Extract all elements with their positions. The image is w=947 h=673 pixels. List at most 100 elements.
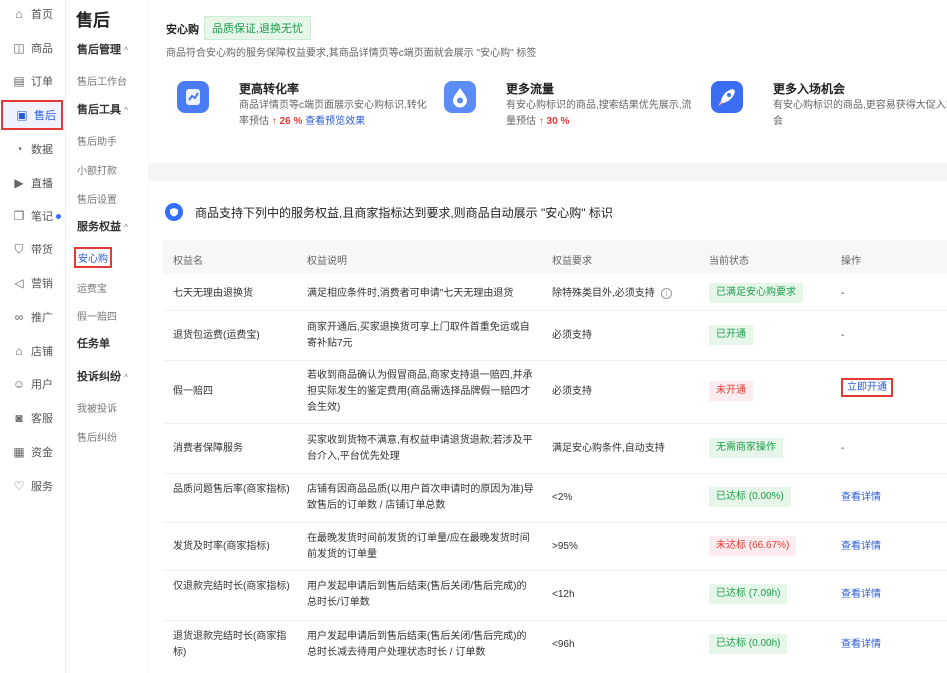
col-name: 权益名 [173, 256, 203, 267]
row-desc: 买家收到货物不满意,有权益申请退货退款;若涉及平台介入,平台优先处理 [307, 435, 533, 462]
status-badge: 未开通 [709, 381, 753, 401]
row-desc: 商家开通后,买家退换货可享上门取件首重免运或自寄补贴7元 [307, 322, 530, 349]
nav-service[interactable]: ♡ 服务 [0, 473, 66, 499]
row-desc: 若收到商品确认为假冒商品,商家支持退一赔四,并承担实际发生的鉴定费用(商品需选择… [307, 370, 533, 413]
rights-heading: 商品支持下列中的服务权益,且商家指标达到要求,则商品自动展示 "安心购" 标识 [165, 203, 613, 221]
sub-item-complained[interactable]: 我被投诉 [77, 400, 117, 415]
nav-marketing[interactable]: ◁ 营销 [0, 270, 66, 296]
view-details-link[interactable]: 查看详情 [841, 492, 881, 503]
table-row: 消费者保障服务 买家收到货物不满意,有权益申请退货退款;若涉及平台介入,平台优先… [163, 424, 947, 474]
table-row: 七天无理由退换货 满足相应条件时,消费者可申请"七天无理由退货 除特殊类目外,必… [163, 274, 947, 311]
feature-desc: 商品详情页等c端页面展示安心购标识,转化率预估 ↑ 26 % 查看预览效果 [239, 100, 427, 127]
col-desc: 权益说明 [307, 256, 347, 267]
group-aftersale-manage[interactable]: 售后管理 ^ [77, 41, 128, 57]
row-desc: 店铺有因商品品质(以用户首次申请时的原因为准)导致售后的订单数 / 店铺订单总数 [307, 484, 534, 511]
sub-item-assistant[interactable]: 售后助手 [77, 133, 117, 148]
table-header: 权益名 权益说明 权益要求 当前状态 操作 [163, 240, 947, 274]
sub-item-anxingou[interactable]: 安心购 [74, 247, 112, 268]
row-req: 必须支持 [552, 386, 592, 397]
nav-notes[interactable]: ❐ 笔记 [0, 203, 66, 229]
nav-order[interactable]: ▤ 订单 [0, 68, 66, 94]
row-status: 无需商家操作 [709, 438, 783, 458]
nav-data[interactable]: ◔ 数据 [0, 136, 66, 162]
sub-item-fake-compensation[interactable]: 假一赔四 [77, 308, 117, 323]
nav-shop[interactable]: ⌂ 店铺 [0, 338, 66, 364]
row-desc: 满足相应条件时,消费者可申请"七天无理由退货 [307, 288, 514, 299]
row-op: 查看详情 [841, 490, 881, 506]
notes-icon: ❐ [13, 209, 25, 223]
group-service-rights[interactable]: 服务权益 ^ [77, 218, 128, 234]
row-status: 已开通 [709, 325, 753, 345]
status-badge: 无需商家操作 [709, 438, 783, 458]
row-op: - [841, 330, 845, 341]
shield-icon [165, 203, 183, 221]
row-status: 未开通 [709, 381, 753, 401]
view-details-link[interactable]: 查看详情 [841, 589, 881, 600]
table-row: 发货及时率(商家指标) 在最晚发货时间前发货的订单量/应在最晚发货时间前发货的订… [163, 523, 947, 571]
feature-title: 更高转化率 [239, 82, 300, 96]
sub-item-freight[interactable]: 运费宝 [77, 280, 107, 295]
feature-title: 更多入场机会 [773, 82, 846, 96]
row-op: 查看详情 [841, 587, 881, 603]
intro-card: 安心购 品质保证,退换无忧 商品符合安心购的服务保障权益要求,其商品详情页等c端… [149, 0, 947, 163]
intro-text: 商品符合安心购的服务保障权益要求,其商品详情页等c端页面就会展示 "安心购" 标… [166, 48, 537, 59]
chevron-up-icon: ^ [124, 372, 129, 382]
row-name: 仅退款完结时长(商家指标) [173, 581, 290, 592]
row-req: >95% [552, 541, 578, 552]
sub-item-workbench[interactable]: 售后工作台 [77, 73, 127, 88]
feature-traffic: 更多流量 有安心购标识的商品,搜索结果优先展示,流量预估 ↑ 30 % [444, 78, 704, 138]
sub-item-disputes[interactable]: 售后纠纷 [77, 429, 117, 444]
row-op: - [841, 288, 845, 299]
uplift-value: ↑ 26 % [271, 116, 303, 127]
nav-promote[interactable]: ∞ 推广 [0, 304, 66, 330]
view-details-link[interactable]: 查看详情 [841, 639, 881, 650]
nav-user[interactable]: ☺ 用户 [0, 371, 66, 397]
primary-nav: ⌂ 首页 ◫ 商品 ▤ 订单 ▣ 售后 ◔ 数据 ▶ 直播 ❐ 笔记 ⛉ 带货 ◁ 营销 ∞ 推广 … [0, 0, 66, 673]
nav-fund[interactable]: ▦ 资金 [0, 439, 66, 465]
nav-live[interactable]: ▶ 直播 [0, 170, 66, 196]
status-badge: 已开通 [709, 325, 753, 345]
group-tasks[interactable]: 任务单 [77, 335, 110, 351]
table-row: 退货退款完结时长(商家指标) 用户发起申请后到售后结束(售后关闭/售后完成)的总… [163, 621, 947, 673]
feature-desc: 有安心购标识的商品,更容易获得大促入场机会 [773, 100, 947, 127]
group-complaints[interactable]: 投诉纠纷 ^ [77, 368, 128, 384]
sub-item-settings[interactable]: 售后设置 [77, 191, 117, 206]
row-op: 立即开通 [841, 378, 893, 397]
row-status: 已满足安心购要求 [709, 283, 803, 303]
page-title: 安心购 [166, 24, 199, 36]
row-status: 已达标 (0.00h) [709, 634, 788, 654]
row-name: 消费者保障服务 [173, 443, 243, 454]
drop-icon [444, 81, 476, 113]
view-details-link[interactable]: 查看详情 [841, 541, 881, 552]
sub-item-small-payment[interactable]: 小额打款 [77, 162, 117, 177]
nav-service-chat[interactable]: ◙ 客服 [0, 405, 66, 431]
status-badge: 已满足安心购要求 [709, 283, 803, 303]
row-req: 必须支持 [552, 330, 592, 341]
nav-bag[interactable]: ⛉ 带货 [0, 236, 66, 262]
group-aftersale-tools[interactable]: 售后工具 ^ [77, 101, 128, 117]
table-row: 退货包运费(运费宝) 商家开通后,买家退换货可享上门取件首重免运或自寄补贴7元 … [163, 311, 947, 361]
home-icon: ⌂ [15, 7, 23, 21]
preview-link[interactable]: 查看预览效果 [305, 116, 365, 127]
aftersale-icon: ▣ [16, 108, 28, 122]
row-req: 除特殊类目外,必须支持 i [552, 286, 702, 302]
row-op: 查看详情 [841, 637, 881, 653]
info-icon[interactable]: i [660, 288, 672, 299]
chevron-up-icon: ^ [124, 222, 129, 232]
marketing-icon: ◁ [14, 276, 24, 290]
status-badge: 已达标 (0.00%) [709, 487, 791, 507]
service-icon: ♡ [13, 479, 25, 493]
row-status: 已达标 (7.09h) [709, 584, 788, 604]
status-badge: 未达标 (66.67%) [709, 536, 797, 556]
nav-home[interactable]: ⌂ 首页 [0, 1, 66, 27]
row-op: 查看详情 [841, 539, 881, 555]
feature-conversion: 更高转化率 商品详情页等c端页面展示安心购标识,转化率预估 ↑ 26 % 查看预… [177, 78, 437, 138]
activate-now-button[interactable]: 立即开通 [841, 378, 893, 397]
nav-product[interactable]: ◫ 商品 [0, 35, 66, 61]
row-status: 未达标 (66.67%) [709, 536, 797, 556]
row-name: 退货包运费(运费宝) [173, 330, 260, 341]
nav-aftersale[interactable]: ▣ 售后 [1, 100, 63, 130]
status-badge: 已达标 (7.09h) [709, 584, 788, 604]
shop-icon: ⌂ [15, 344, 23, 358]
rights-card: 商品支持下列中的服务权益,且商家指标达到要求,则商品自动展示 "安心购" 标识 … [149, 181, 947, 673]
